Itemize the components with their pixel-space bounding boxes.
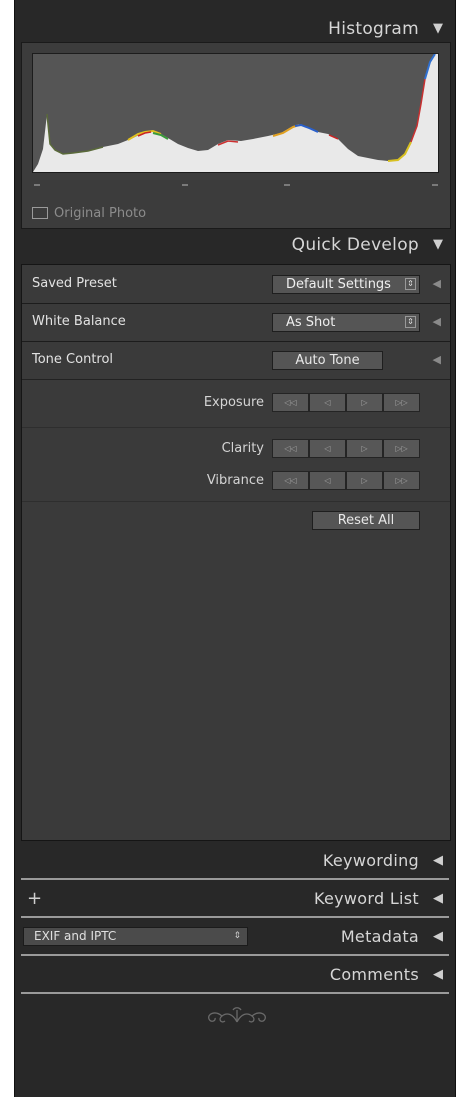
tone-control-label: Tone Control [32,352,114,367]
decrease-small-icon[interactable]: ◁ [309,471,346,490]
decrease-small-icon[interactable]: ◁ [309,439,346,458]
decrease-large-icon[interactable]: ◁◁ [272,439,309,458]
quick-develop-title: Quick Develop [291,235,419,255]
increase-large-icon[interactable]: ▷▷ [383,471,420,490]
white-balance-label: White Balance [32,314,126,329]
metadata-preset-value: EXIF and IPTC [34,929,117,943]
add-keyword-icon[interactable]: + [27,880,42,918]
comments-title: Comments [329,965,419,984]
metadata-title: Metadata [340,927,419,946]
increase-large-icon[interactable]: ▷▷ [383,393,420,412]
original-photo-label: Original Photo [54,205,147,221]
histogram-tick [182,184,188,186]
decrease-large-icon[interactable]: ◁◁ [272,393,309,412]
auto-tone-button[interactable]: Auto Tone [272,351,383,370]
increase-small-icon[interactable]: ▷ [346,471,383,490]
histogram-tick [284,184,290,186]
histogram-graph [32,53,439,173]
increase-large-icon[interactable]: ▷▷ [383,439,420,458]
keyword-list-title: Keyword List [314,889,419,908]
clarity-stepper[interactable]: ◁◁ ◁ ▷ ▷▷ [272,439,420,458]
exposure-stepper[interactable]: ◁◁ ◁ ▷ ▷▷ [272,393,420,412]
decrease-small-icon[interactable]: ◁ [309,393,346,412]
panel-divider [21,992,449,994]
histogram-tick [432,184,438,186]
collapse-triangle-icon[interactable]: ▼ [433,226,443,264]
white-balance-value: As Shot [286,315,336,330]
saved-preset-select[interactable]: Default Settings ⇕ [272,275,420,294]
divider [22,501,450,502]
original-photo-toggle[interactable]: Original Photo [32,203,146,223]
histogram-tick [34,184,40,186]
saved-preset-value: Default Settings [286,277,391,292]
quick-develop-panel: Saved Preset Default Settings ⇕ ◀ White … [21,264,451,841]
histogram-curve [33,53,438,172]
saved-preset-label: Saved Preset [32,276,117,291]
vibrance-label: Vibrance [206,473,264,488]
quick-develop-header[interactable]: Quick Develop ▼ [15,226,455,264]
increase-small-icon[interactable]: ▷ [346,439,383,458]
expand-triangle-icon[interactable]: ◀ [433,265,441,303]
increase-small-icon[interactable]: ▷ [346,393,383,412]
white-balance-row: White Balance As Shot ⇕ ◀ [22,303,450,342]
updown-arrow-icon: ⇕ [233,931,241,941]
histogram-panel: Original Photo [21,42,451,229]
clarity-label: Clarity [221,441,264,456]
metadata-preset-select[interactable]: EXIF and IPTC ⇕ [23,927,248,946]
keywording-title: Keywording [322,851,419,870]
keyword-list-header[interactable]: + Keyword List ◀ [15,880,455,918]
updown-arrow-icon: ⇕ [405,316,416,328]
white-balance-select[interactable]: As Shot ⇕ [272,313,420,332]
expand-triangle-icon[interactable]: ◀ [433,341,441,379]
comments-header[interactable]: Comments ◀ [15,956,455,994]
exposure-label: Exposure [203,395,264,410]
expand-triangle-icon[interactable]: ◀ [433,880,443,918]
panel-end-ornament-icon [208,1007,266,1023]
metadata-header[interactable]: EXIF and IPTC ⇕ Metadata ◀ [15,918,455,956]
expand-triangle-icon[interactable]: ◀ [433,918,443,956]
tone-control-row: Tone Control Auto Tone ◀ [22,341,450,380]
reset-all-button[interactable]: Reset All [312,511,420,530]
saved-preset-row: Saved Preset Default Settings ⇕ ◀ [22,265,450,304]
updown-arrow-icon: ⇕ [405,278,416,290]
checkbox-icon[interactable] [32,207,48,219]
keywording-header[interactable]: Keywording ◀ [15,842,455,880]
divider [22,427,450,428]
vibrance-stepper[interactable]: ◁◁ ◁ ▷ ▷▷ [272,471,420,490]
expand-triangle-icon[interactable]: ◀ [433,303,441,341]
expand-triangle-icon[interactable]: ◀ [433,842,443,880]
right-panel: Histogram ▼ Original Photo Quick Develop… [14,0,456,1097]
decrease-large-icon[interactable]: ◁◁ [272,471,309,490]
expand-triangle-icon[interactable]: ◀ [433,956,443,994]
